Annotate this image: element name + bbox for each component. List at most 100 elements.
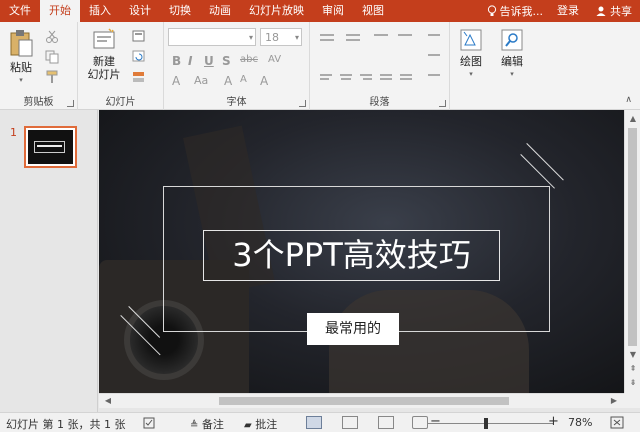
- font-size-combobox[interactable]: 18 ▾: [260, 28, 302, 46]
- scroll-left-icon[interactable]: ◀: [101, 394, 115, 408]
- paste-label: 粘贴: [10, 61, 32, 74]
- login-button[interactable]: 登录: [549, 0, 587, 22]
- tab-view[interactable]: 视图: [353, 0, 393, 22]
- copy-icon[interactable]: [44, 50, 60, 64]
- text-color-icon[interactable]: A: [172, 74, 180, 88]
- tell-me-label: 告诉我...: [499, 5, 544, 18]
- fit-to-window-icon[interactable]: [610, 416, 624, 429]
- increase-font-icon[interactable]: A: [224, 74, 232, 88]
- slides-label: 幻灯片: [105, 97, 136, 108]
- slide-thumbnails-pane: 1: [0, 110, 98, 412]
- horizontal-scrollbar[interactable]: ◀ ▶: [99, 393, 624, 408]
- font-size-value: 18: [265, 31, 279, 44]
- tab-home[interactable]: 开始: [40, 0, 80, 22]
- scroll-right-icon[interactable]: ▶: [607, 394, 621, 408]
- cut-icon[interactable]: [44, 30, 60, 44]
- notes-button[interactable]: ≜ 备注: [190, 416, 224, 432]
- slide-editor[interactable]: 3个PPT高效技巧 最常用的: [99, 110, 624, 393]
- font-name-combobox[interactable]: ▾: [168, 28, 256, 46]
- tab-slideshow[interactable]: 幻灯片放映: [240, 0, 313, 22]
- normal-view-icon[interactable]: [306, 416, 322, 429]
- text-direction-icon[interactable]: [428, 34, 440, 36]
- smartart-icon[interactable]: [428, 74, 440, 76]
- new-slide-button[interactable]: 新建 幻灯片: [84, 28, 124, 81]
- slide-thumbnail[interactable]: [24, 126, 77, 168]
- clipboard-group: 粘贴 ▾ 剪贴板: [0, 22, 78, 110]
- italic-icon[interactable]: I: [188, 54, 192, 68]
- tab-animations[interactable]: 动画: [200, 0, 240, 22]
- diagonal-line: [526, 143, 564, 181]
- tell-me-box[interactable]: 告诉我...: [481, 0, 550, 22]
- zoom-slider[interactable]: [428, 423, 554, 424]
- share-button[interactable]: 共享: [587, 0, 640, 22]
- editing-label: 编辑: [501, 55, 523, 68]
- tab-transitions[interactable]: 切换: [160, 0, 200, 22]
- slide-subtitle[interactable]: 最常用的: [307, 313, 399, 345]
- drawing-label: 绘图: [460, 55, 482, 68]
- paragraph-launcher-icon[interactable]: [439, 100, 446, 107]
- section-icon[interactable]: [132, 70, 148, 84]
- tab-file[interactable]: 文件: [0, 0, 40, 22]
- person-icon: [596, 6, 606, 16]
- editing-group: 编辑 ▾: [490, 22, 534, 110]
- change-case-icon[interactable]: Aa: [194, 74, 208, 87]
- notes-icon: ≜: [190, 420, 199, 431]
- editing-button[interactable]: 编辑 ▾: [494, 28, 530, 81]
- strikethrough-icon[interactable]: abc: [240, 54, 258, 65]
- vertical-scroll-thumb[interactable]: [628, 128, 637, 346]
- font-launcher-icon[interactable]: [299, 100, 306, 107]
- comments-label: 批注: [255, 418, 278, 431]
- reading-view-icon[interactable]: [378, 416, 394, 429]
- clipboard-icon: [10, 30, 33, 57]
- magnifier-icon: [501, 29, 523, 51]
- lightbulb-icon: [487, 5, 496, 16]
- align-text-icon[interactable]: [428, 54, 440, 56]
- slide-title[interactable]: 3个PPT高效技巧: [203, 230, 500, 281]
- paragraph-group: 段落: [310, 22, 450, 110]
- diagonal-line: [520, 154, 555, 189]
- font-group: ▾ 18 ▾ B I U S abc AV A Aa A A A 字体: [164, 22, 310, 110]
- tab-design[interactable]: 设计: [120, 0, 160, 22]
- slideshow-view-icon[interactable]: [412, 416, 428, 429]
- paragraph-label: 段落: [369, 97, 390, 108]
- clipboard-launcher-icon[interactable]: [67, 100, 74, 107]
- clear-format-icon[interactable]: A: [260, 74, 268, 88]
- comment-icon: ▰: [244, 420, 252, 431]
- scroll-up-icon[interactable]: ▲: [625, 112, 640, 126]
- font-label: 字体: [226, 97, 247, 108]
- decrease-font-icon[interactable]: A: [240, 74, 247, 85]
- previous-slide-icon[interactable]: ⇞: [625, 362, 640, 376]
- shadow-icon[interactable]: S: [222, 54, 231, 68]
- underline-icon[interactable]: U: [204, 54, 214, 68]
- drawing-button[interactable]: 绘图 ▾: [454, 28, 488, 81]
- horizontal-scroll-thumb[interactable]: [219, 397, 509, 405]
- spelling-icon[interactable]: [143, 417, 157, 429]
- reset-icon[interactable]: [132, 50, 148, 64]
- scroll-down-icon[interactable]: ▼: [625, 348, 640, 362]
- layout-icon[interactable]: [132, 30, 148, 44]
- next-slide-icon[interactable]: ⇟: [625, 376, 640, 390]
- slide-number: 1: [10, 126, 17, 139]
- format-painter-icon[interactable]: [44, 70, 60, 84]
- new-slide-icon: [93, 28, 115, 49]
- slide-sorter-icon[interactable]: [342, 416, 358, 429]
- slide-count: 幻灯片 第 1 张，共 1 张: [6, 418, 126, 431]
- zoom-in-icon[interactable]: +: [548, 414, 559, 429]
- char-spacing-icon[interactable]: AV: [268, 54, 281, 65]
- slide-canvas[interactable]: 3个PPT高效技巧 最常用的: [99, 110, 624, 393]
- zoom-slider-handle[interactable]: [484, 418, 488, 429]
- ribbon: 粘贴 ▾ 剪贴板 新建 幻灯片 幻灯片 ▾ 18 ▾ B I U S abc A…: [0, 22, 640, 110]
- tab-review[interactable]: 审阅: [313, 0, 353, 22]
- zoom-level[interactable]: 78%: [568, 416, 592, 429]
- vertical-scrollbar[interactable]: ▲ ▼ ⇞ ⇟: [624, 110, 640, 393]
- bold-icon[interactable]: B: [172, 54, 181, 68]
- collapse-ribbon-icon[interactable]: ∧: [625, 95, 632, 105]
- ribbon-tab-bar: 文件 开始 插入 设计 切换 动画 幻灯片放映 审阅 视图 告诉我... 登录 …: [0, 0, 640, 22]
- zoom-out-icon[interactable]: −: [430, 414, 441, 429]
- new-slide-label-2: 幻灯片: [87, 68, 121, 81]
- tab-insert[interactable]: 插入: [80, 0, 120, 22]
- notes-label: 备注: [201, 418, 224, 431]
- comments-button[interactable]: ▰ 批注: [244, 416, 277, 432]
- paste-button[interactable]: 粘贴 ▾: [4, 28, 38, 87]
- drawing-group: 绘图 ▾: [450, 22, 490, 110]
